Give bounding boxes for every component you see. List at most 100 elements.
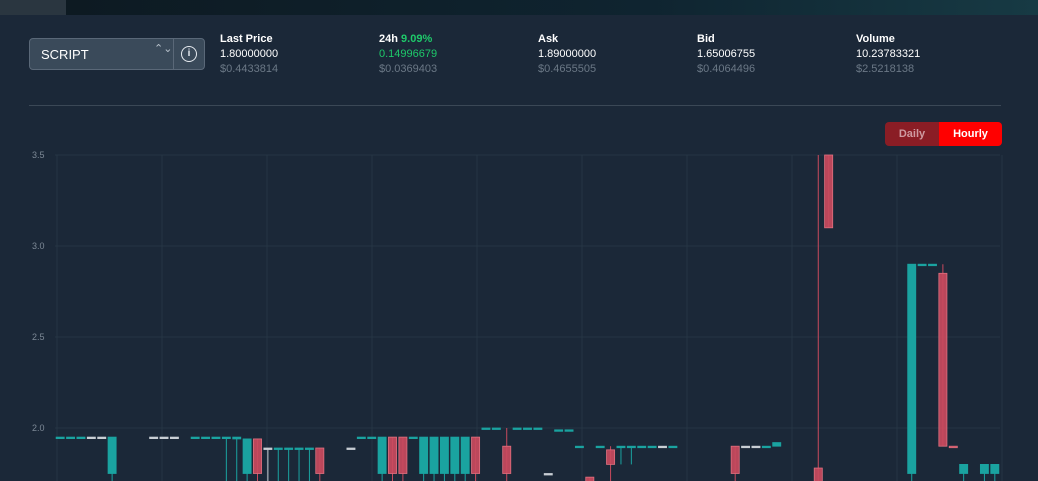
candle-body <box>813 467 823 481</box>
market-symbol: SCRIPT <box>41 47 89 62</box>
candle-body <box>502 445 512 474</box>
candle-body <box>647 445 657 449</box>
stat-usd: $0.4433814 <box>220 63 279 75</box>
candle-body <box>86 436 96 440</box>
candle-body <box>761 445 771 449</box>
candle-body <box>232 436 242 440</box>
stat-24h-change: 24h 9.09% 0.14996679 $0.0369403 <box>379 32 437 77</box>
y-tick-label: 2.5 <box>32 332 45 342</box>
candle-body <box>211 436 221 440</box>
candle-body <box>460 436 470 474</box>
stat-label: Ask <box>538 33 559 45</box>
candle-body <box>928 263 937 267</box>
y-tick-label: 3.0 <box>32 241 45 251</box>
candle-body <box>284 447 294 450</box>
candle-body <box>398 436 408 474</box>
candle-body <box>253 438 262 474</box>
stat-label: Bid <box>697 33 715 45</box>
stat-value: 1.89000000 <box>538 48 597 60</box>
candlestick-chart: 2.0 2.5 3.0 3.5 <box>32 150 1003 481</box>
candle-body <box>907 263 917 474</box>
candle-body <box>772 442 782 447</box>
stat-value: 0.14996679 <box>379 48 438 60</box>
candle-body <box>471 436 481 474</box>
stat-value: 1.65006755 <box>697 48 756 60</box>
candle-body <box>429 436 439 474</box>
stat-label: 24h <box>379 33 398 45</box>
top-bar <box>0 0 1038 15</box>
candle-body <box>66 436 76 440</box>
candle-body <box>948 445 958 449</box>
stat-value: 1.80000000 <box>220 48 279 60</box>
candle-body <box>938 272 948 447</box>
candle-body <box>917 263 927 267</box>
candle-body <box>221 436 231 440</box>
stat-usd: $0.4064496 <box>697 63 756 75</box>
candle-body <box>481 427 491 430</box>
stat-usd: $0.0369403 <box>379 63 438 75</box>
stat-usd: $0.4655505 <box>538 63 597 75</box>
candle-body <box>304 447 314 450</box>
candle-body <box>149 436 159 440</box>
y-tick-label: 2.0 <box>32 423 45 433</box>
candle-body <box>294 447 304 450</box>
selector-divider <box>173 39 174 69</box>
candle-body <box>439 436 449 474</box>
candle-body <box>585 476 595 481</box>
candle-body <box>388 436 397 474</box>
candle-body <box>751 445 761 449</box>
section-divider <box>29 105 1001 106</box>
candle-body <box>419 436 429 474</box>
candle-body <box>523 427 532 430</box>
candle-body <box>107 436 117 474</box>
chevron-updown-icon: ⌃⌄ <box>154 43 173 55</box>
candle-body <box>543 473 553 476</box>
candle-body <box>315 447 325 474</box>
candle-body <box>564 429 574 432</box>
candle-body <box>190 436 200 440</box>
candle-body <box>574 445 584 449</box>
candle-body <box>741 445 751 449</box>
stat-bid: Bid 1.65006755 $0.4064496 <box>697 32 755 77</box>
stat-ask: Ask 1.89000000 $0.4655505 <box>538 32 596 77</box>
candle-body <box>367 436 377 440</box>
candle-body <box>616 445 626 449</box>
stat-value: 10.23783321 <box>856 48 921 60</box>
candle-body <box>637 445 647 449</box>
candle-body <box>824 154 834 229</box>
candle-body <box>990 463 1000 474</box>
market-selector[interactable]: SCRIPT ⌃⌄ i <box>29 38 205 70</box>
candle-body <box>979 463 989 474</box>
candle-body <box>959 463 969 474</box>
candle-body <box>76 436 86 440</box>
candle-body <box>97 436 107 440</box>
candle-body <box>356 436 366 440</box>
candle-body <box>595 445 605 449</box>
candle-body <box>491 427 501 430</box>
top-bar-left-slab <box>0 0 66 15</box>
candle-body <box>533 427 543 430</box>
candle-body <box>408 436 418 440</box>
candle-body <box>346 447 356 450</box>
candle-body <box>242 438 252 474</box>
candle-body <box>512 427 522 430</box>
candle-body <box>377 436 387 474</box>
y-tick-label: 3.5 <box>32 150 45 160</box>
info-icon[interactable]: i <box>181 46 197 62</box>
candle-body <box>273 447 283 450</box>
candle-body <box>450 436 460 474</box>
stat-usd: $2.5218138 <box>856 63 915 75</box>
candle-body <box>554 429 564 432</box>
candle-body <box>626 445 636 449</box>
candle-body <box>201 436 211 440</box>
stat-volume: Volume 10.23783321 $2.5218138 <box>856 32 920 77</box>
stat-label: Last Price <box>220 33 273 45</box>
change-percent: 9.09% <box>401 33 433 45</box>
stat-last-price: Last Price 1.80000000 $0.4433814 <box>220 32 278 77</box>
candle-body <box>606 449 616 465</box>
candle-body <box>668 445 678 449</box>
stat-label: Volume <box>856 33 895 45</box>
candle-body <box>55 436 65 440</box>
candle-body <box>263 447 273 450</box>
candle-body <box>658 445 667 449</box>
